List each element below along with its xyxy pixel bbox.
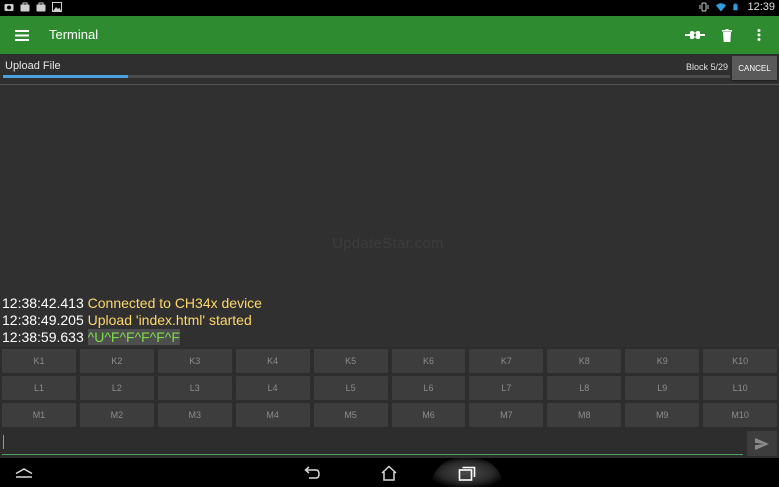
macro-key-k4[interactable]: K4 (235, 349, 310, 373)
macro-key-m2[interactable]: M2 (79, 403, 154, 427)
collapse-button[interactable] (4, 461, 44, 485)
log-timestamp: 12:38:42.413 (2, 295, 84, 311)
macro-key-l1[interactable]: L1 (2, 376, 76, 400)
macro-key-l2[interactable]: L2 (79, 376, 154, 400)
wifi-icon (716, 3, 727, 12)
macro-key-l7[interactable]: L7 (469, 376, 544, 400)
recents-icon (458, 466, 476, 481)
key-row-l: L1 L2 L3 L4 L5 L6 L7 L8 L9 L10 (2, 376, 778, 400)
macro-key-l3[interactable]: L3 (157, 376, 232, 400)
macro-key-l6[interactable]: L6 (391, 376, 466, 400)
watermark: UpdateStar.com (332, 235, 444, 252)
macro-keys-panel: K1 K2 K3 K4 K5 K6 K7 K8 K9 K10 L1 L2 L3 … (0, 347, 779, 429)
hamburger-icon (15, 29, 29, 41)
cancel-button[interactable]: CANCEL (732, 56, 777, 80)
terminal-output[interactable]: UpdateStar.com 12:38:42.413 Connected to… (0, 85, 779, 347)
macro-key-m6[interactable]: M6 (391, 403, 466, 427)
upload-panel: Upload File Block 5/29 CANCEL (0, 54, 779, 84)
macro-key-l10[interactable]: L10 (703, 376, 778, 400)
macro-key-m1[interactable]: M1 (2, 403, 76, 427)
log-received-data: ^U^F^F^F^F^F (87, 329, 180, 345)
macro-key-k1[interactable]: K1 (2, 349, 76, 373)
send-icon (755, 437, 769, 450)
macro-key-m3[interactable]: M3 (157, 403, 232, 427)
macro-key-l4[interactable]: L4 (235, 376, 310, 400)
macro-key-l8[interactable]: L8 (547, 376, 622, 400)
log-line: 12:38:42.413 Connected to CH34x device (2, 295, 262, 312)
battery-icon (733, 3, 739, 11)
macro-key-k5[interactable]: K5 (313, 349, 388, 373)
macro-key-l9[interactable]: L9 (625, 376, 700, 400)
macro-key-k2[interactable]: K2 (79, 349, 154, 373)
overflow-menu-icon (757, 29, 761, 41)
connect-button[interactable] (683, 24, 707, 46)
send-button[interactable] (747, 431, 777, 456)
macro-key-m10[interactable]: M10 (703, 403, 778, 427)
collapse-icon (15, 468, 33, 478)
macro-key-m7[interactable]: M7 (469, 403, 544, 427)
app-bar-actions (683, 24, 771, 46)
back-icon (304, 466, 320, 479)
briefcase-icon (20, 2, 30, 12)
macro-key-k8[interactable]: K8 (547, 349, 622, 373)
macro-key-k3[interactable]: K3 (157, 349, 232, 373)
recents-button[interactable] (447, 461, 487, 485)
macro-key-m9[interactable]: M9 (625, 403, 700, 427)
text-caret (3, 435, 4, 449)
back-button[interactable] (292, 461, 332, 485)
clock: 12:39 (747, 1, 775, 13)
clear-button[interactable] (715, 24, 739, 46)
send-text-input[interactable] (2, 431, 743, 455)
upload-progress-bar (3, 75, 730, 78)
macro-key-m8[interactable]: M8 (547, 403, 622, 427)
overflow-menu-button[interactable] (747, 24, 771, 46)
navigation-menu-button[interactable] (10, 24, 34, 46)
app-title: Terminal (49, 27, 99, 42)
connect-icon (685, 31, 705, 39)
send-bar (0, 429, 779, 458)
macro-key-k9[interactable]: K9 (625, 349, 700, 373)
macro-key-m4[interactable]: M4 (235, 403, 310, 427)
app-bar: Terminal (0, 16, 779, 54)
macro-key-k6[interactable]: K6 (391, 349, 466, 373)
vibrate-icon (699, 2, 709, 12)
key-row-m: M1 M2 M3 M4 M5 M6 M7 M8 M9 M10 (2, 403, 778, 427)
key-row-k: K1 K2 K3 K4 K5 K6 K7 K8 K9 K10 (2, 349, 778, 373)
macro-key-m5[interactable]: M5 (313, 403, 388, 427)
home-button[interactable] (369, 461, 409, 485)
upload-progress-fill (3, 75, 129, 78)
macro-key-k7[interactable]: K7 (469, 349, 544, 373)
upload-label: Upload File (5, 60, 61, 72)
macro-key-k10[interactable]: K10 (703, 349, 778, 373)
log-timestamp: 12:38:59.633 (2, 329, 84, 345)
log-timestamp: 12:38:49.205 (2, 312, 84, 328)
log-message: Upload 'index.html' started (87, 312, 252, 328)
macro-key-l5[interactable]: L5 (313, 376, 388, 400)
system-navigation-bar (0, 458, 779, 487)
camera-icon (4, 4, 14, 11)
notification-icons (4, 2, 62, 12)
system-icons: 12:39 (699, 1, 775, 13)
log-message: Connected to CH34x device (87, 295, 262, 311)
log-line: 12:38:59.633 ^U^F^F^F^F^F (2, 329, 262, 346)
log-line: 12:38:49.205 Upload 'index.html' started (2, 312, 262, 329)
terminal-log: 12:38:42.413 Connected to CH34x device 1… (2, 295, 262, 346)
delete-icon (722, 28, 732, 42)
block-progress-text: Block 5/29 (685, 62, 728, 72)
image-icon (52, 2, 62, 12)
home-icon (381, 465, 397, 481)
status-bar: 12:39 (0, 0, 779, 16)
briefcase-icon (36, 2, 46, 12)
